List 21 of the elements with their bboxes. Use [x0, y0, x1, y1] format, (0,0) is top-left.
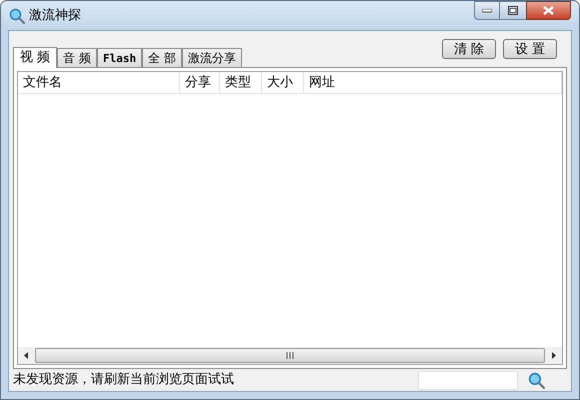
scrollbar-thumb[interactable] — [35, 348, 545, 363]
search-icon[interactable] — [528, 372, 545, 388]
maximize-button[interactable] — [500, 1, 526, 20]
tab[interactable]: 音 频 — [57, 48, 97, 67]
magnifier-icon — [9, 8, 25, 24]
close-button[interactable] — [526, 1, 571, 20]
grip-icon — [286, 352, 294, 359]
tab[interactable]: 激流分享 — [182, 48, 242, 67]
minimize-button[interactable] — [474, 1, 500, 20]
settings-button[interactable]: 设 置 — [503, 39, 557, 59]
status-message: 未发现资源，请刷新当前浏览页面试试 — [13, 371, 234, 390]
close-icon — [543, 6, 554, 15]
tab[interactable]: 全 部 — [142, 48, 182, 67]
tab[interactable]: 视 频 — [13, 47, 58, 68]
maximize-icon — [508, 6, 518, 15]
search-field[interactable] — [418, 370, 518, 390]
minimize-icon — [482, 8, 492, 12]
tab[interactable]: Flash — [96, 48, 142, 67]
horizontal-scrollbar[interactable] — [18, 347, 562, 364]
window-title: 激流神探 — [29, 6, 81, 25]
clear-button[interactable]: 清 除 — [442, 39, 496, 59]
